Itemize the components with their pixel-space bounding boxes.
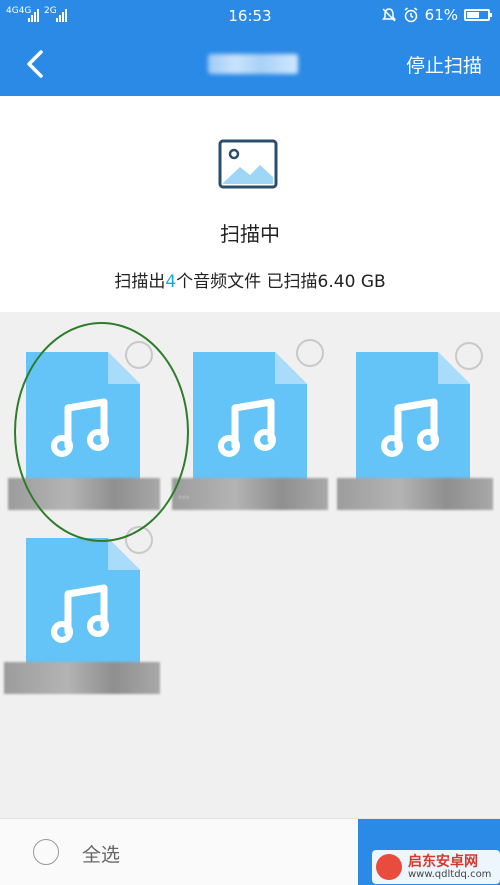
select-all-label[interactable]: 全选	[82, 840, 120, 867]
scan-file-count: 4	[165, 272, 177, 292]
file-name-blurred	[8, 478, 160, 510]
app-bar: 停止扫描	[0, 32, 500, 96]
watermark-logo-icon	[376, 854, 402, 880]
file-name-blurred	[337, 478, 493, 510]
status-right: 61%	[381, 6, 492, 24]
page-title-blurred	[208, 54, 298, 74]
select-file-checkbox[interactable]	[125, 526, 153, 554]
watermark: 启东安卓网 www.qdltdq.com	[372, 850, 500, 884]
scan-status: 扫描出4个音频文件 已扫描6.40 GB	[0, 267, 500, 292]
status-bar: 4G4G 2G 16:53 61%	[0, 0, 500, 32]
scan-status-prefix: 扫描出	[114, 272, 166, 292]
music-file-icon	[356, 352, 470, 492]
stop-scan-button[interactable]: 停止扫描	[406, 51, 482, 78]
watermark-url: www.qdltdq.com	[408, 869, 492, 880]
mute-bell-icon	[381, 8, 396, 22]
music-file-icon	[26, 538, 140, 678]
select-file-checkbox[interactable]	[125, 341, 153, 369]
select-file-checkbox[interactable]	[455, 342, 483, 370]
alarm-icon	[404, 7, 418, 23]
battery-icon	[464, 9, 492, 21]
scan-panel: 扫描中 扫描出4个音频文件 已扫描6.40 GB	[0, 96, 500, 312]
music-file-icon	[193, 352, 307, 492]
music-file-icon	[26, 352, 140, 492]
back-arrow-icon[interactable]	[20, 48, 52, 80]
file-name-blurred	[4, 662, 160, 694]
watermark-name: 启东安卓网	[408, 854, 478, 870]
select-all-checkbox[interactable]	[33, 839, 59, 865]
file-name-blurred: ...	[172, 478, 328, 510]
select-file-checkbox[interactable]	[296, 339, 324, 367]
image-icon	[218, 139, 278, 189]
file-grid: ...	[0, 312, 500, 818]
battery-percent: 61%	[424, 6, 458, 24]
scan-status-suffix: 个音频文件 已扫描6.40 GB	[176, 272, 386, 292]
scan-title: 扫描中	[220, 222, 280, 246]
